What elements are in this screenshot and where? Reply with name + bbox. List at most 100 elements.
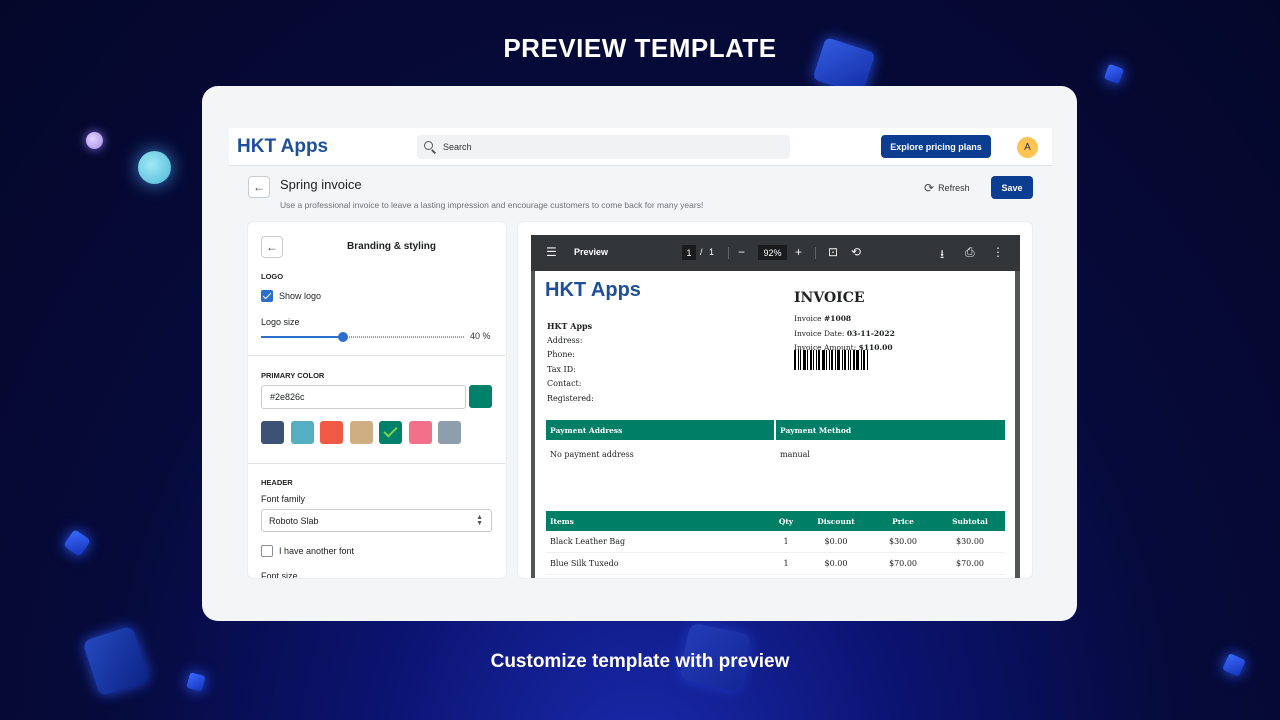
rotate-icon[interactable]: ⟲ [851,245,861,259]
item-qty: 1 [783,559,789,568]
arrow-left-icon: ← [253,180,265,194]
items-table: Items Qty Discount Price Subtotal Black … [546,511,1005,575]
decorative-cube [186,672,206,692]
invoice-date: Invoice Date: 03-11-2022 [794,328,895,338]
barcode-bar [809,350,812,370]
decorative-cube [1103,63,1125,85]
barcode-bar [818,350,820,370]
payment-row: No payment address manual [546,440,1005,468]
color-swatch[interactable] [261,421,284,444]
toolbar-divider [815,247,816,259]
company-field: Tax ID: [547,364,576,374]
items-header-row: Items Qty Discount Price Subtotal [546,511,1005,531]
back-button[interactable]: ← [248,176,270,198]
payment-method-value: manual [780,449,810,459]
logo-section-label: LOGO [261,272,284,281]
barcode-bar [794,350,796,370]
menu-icon[interactable]: ☰ [546,245,557,259]
show-logo-checkbox[interactable] [261,290,273,302]
page-description: Use a professional invoice to leave a la… [280,200,704,210]
barcode-bar [844,350,846,370]
barcode-bar [821,350,825,370]
zoom-in-icon[interactable]: + [795,245,802,259]
panel-title: Branding & styling [347,241,436,252]
barcode-bar [831,350,833,370]
logo-size-value: 40 % [470,331,491,341]
color-swatch[interactable] [408,421,432,444]
barcode-bar [852,350,855,370]
page-total: 1 [709,247,715,257]
logo-size-slider[interactable] [261,332,465,342]
refresh-label: Refresh [938,183,970,193]
print-icon[interactable]: ⎙ [965,245,975,260]
payment-address-value: No payment address [550,449,634,459]
payment-method-header: Payment Method [776,420,1005,440]
refresh-icon: ⟳ [924,181,935,195]
download-icon[interactable]: ⭳ [940,245,944,266]
barcode-bar [841,350,843,370]
avatar[interactable]: A [1017,137,1038,158]
color-swatch[interactable] [290,421,314,444]
app-logo[interactable]: HKT Apps [237,136,328,158]
item-discount: $0.00 [824,559,848,568]
barcode-bar [856,350,859,370]
company-name: HKT Apps [547,321,593,331]
primary-color-input[interactable]: #2e826c [261,385,466,409]
item-name: Black Leather Bag [550,537,626,546]
save-button[interactable]: Save [991,176,1033,199]
another-font-checkbox[interactable] [261,545,273,557]
select-arrows-icon: ▲ ▼ [476,514,483,527]
hero-subtitle: Customize template with preview [490,651,790,672]
col-qty: Qty [778,516,794,526]
barcode-bar [826,350,827,370]
decorative-cube [63,529,91,557]
search-icon [423,140,437,154]
font-family-value: Roboto Slab [269,515,319,526]
company-field: Registered: [547,393,594,403]
color-swatch[interactable] [379,421,402,444]
barcode-bar [813,350,814,370]
slider-track-filled [261,336,343,338]
color-swatch[interactable] [349,421,373,444]
primary-color-preview[interactable] [469,385,492,408]
col-discount: Discount [817,516,855,526]
color-swatch[interactable] [438,421,461,444]
barcode [794,350,889,370]
company-details: HKT Apps Address: Phone: Tax ID: Contact… [547,319,594,406]
item-price: $30.00 [889,537,917,546]
fit-page-icon[interactable]: ⊡ [828,245,838,259]
item-price: $70.00 [889,559,917,568]
zoom-out-icon[interactable]: − [738,245,745,259]
item-subtotal: $30.00 [956,537,984,546]
barcode-bar [837,350,840,370]
barcode-bar [850,350,851,370]
barcode-bar [797,350,799,370]
barcode-bar [863,350,865,370]
pdf-toolbar: ☰ Preview 1 / 1 − 92% + ⊡ ⟲ ⭳ ⎙ ⋮ [531,235,1020,271]
refresh-button[interactable]: ⟳ Refresh [924,181,970,195]
more-options-icon[interactable]: ⋮ [992,245,1004,259]
explore-pricing-button[interactable]: Explore pricing plans [881,135,991,158]
page-title: Spring invoice [280,177,362,192]
col-subtotal: Subtotal [952,516,988,526]
font-family-select[interactable]: Roboto Slab ▲ ▼ [261,509,492,532]
table-row: Blue Silk Tuxedo 1 $0.00 $70.00 $70.00 [546,553,1005,575]
hero-title: PREVIEW TEMPLATE [503,33,777,63]
search-input[interactable]: Search [417,135,790,159]
font-size-label: Font size [261,571,298,578]
divider [248,463,506,464]
barcode-bar [800,350,801,370]
barcode-bar [828,350,830,370]
branding-panel: ← Branding & styling LOGO Show logo Logo… [248,222,506,578]
divider [248,355,506,356]
slider-thumb[interactable] [338,332,348,342]
invoice-page: HKT Apps HKT Apps Address: Phone: Tax ID… [535,271,1015,578]
company-field: Address: [547,335,583,345]
color-swatch[interactable] [320,421,343,444]
header-section-label: HEADER [261,478,293,487]
zoom-level-input[interactable]: 92% [758,245,787,260]
invoice-number: Invoice #1008 [794,314,852,323]
barcode-bar [807,350,808,370]
page-number-input[interactable]: 1 [682,245,696,260]
barcode-bar [834,350,836,370]
